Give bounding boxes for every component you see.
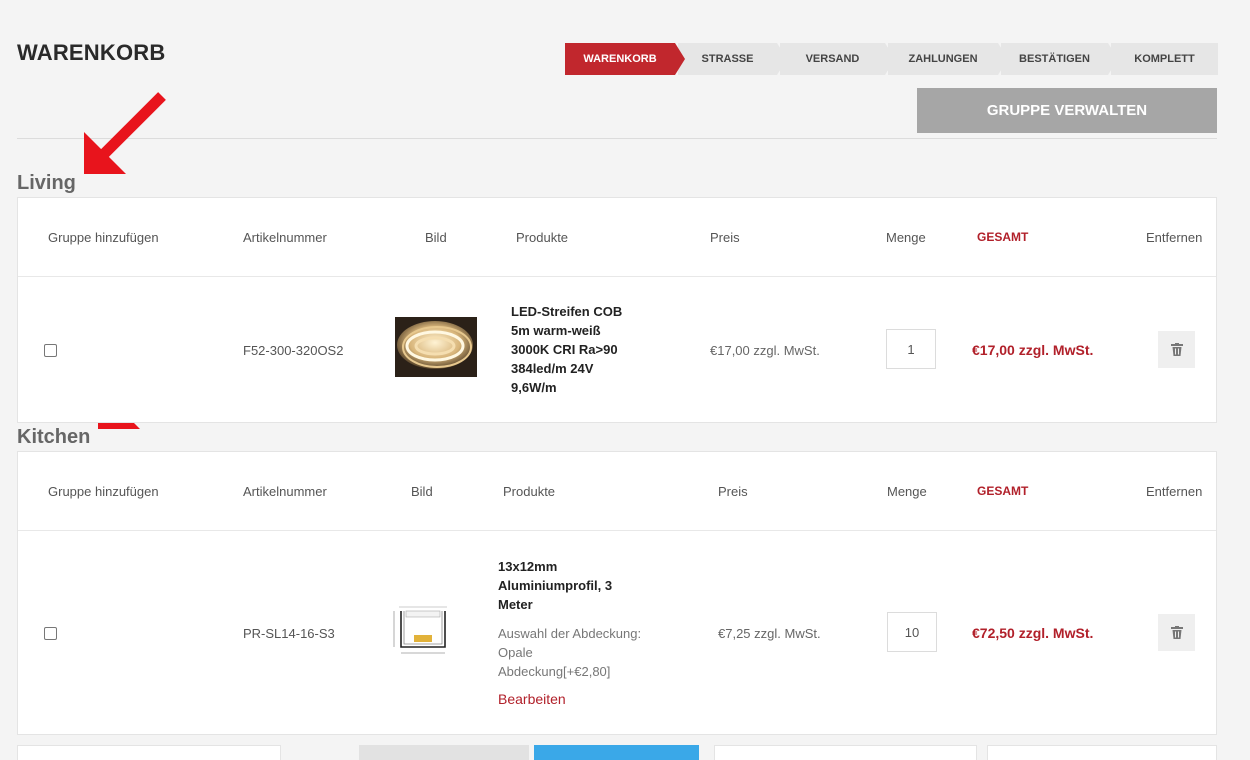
remove-item-button[interactable] bbox=[1158, 331, 1195, 368]
trash-icon bbox=[1170, 626, 1183, 639]
remove-item-button[interactable] bbox=[1158, 614, 1195, 651]
step-bestaetigen[interactable]: BESTÄTIGEN bbox=[1001, 43, 1118, 75]
item-total: €72,50 zzgl. MwSt. bbox=[972, 625, 1094, 641]
group-title-living: Living bbox=[17, 172, 76, 194]
divider bbox=[17, 138, 1217, 139]
col-add-group: Gruppe hinzufügen bbox=[48, 230, 159, 245]
item-price: €17,00 zzgl. MwSt. bbox=[710, 343, 820, 358]
item-sku: F52-300-320OS2 bbox=[243, 343, 344, 358]
add-group-checkbox[interactable] bbox=[44, 627, 57, 640]
item-options: Auswahl der Abdeckung: Opale Abdeckung[+… bbox=[498, 626, 642, 679]
item-total: €17,00 zzgl. MwSt. bbox=[972, 342, 1094, 358]
col-product: Produkte bbox=[503, 484, 556, 499]
footer-button[interactable] bbox=[359, 745, 529, 760]
col-qty: Menge bbox=[886, 230, 926, 245]
manage-group-button[interactable]: GRUPPE VERWALTEN bbox=[917, 88, 1217, 133]
item-price: €7,25 zzgl. MwSt. bbox=[718, 626, 821, 641]
footer-button-primary[interactable] bbox=[534, 745, 699, 760]
col-add-group: Gruppe hinzufügen bbox=[48, 484, 159, 499]
footer-panel bbox=[17, 745, 281, 760]
step-strasse[interactable]: STRASSE bbox=[678, 43, 787, 75]
quantity-input[interactable] bbox=[886, 329, 936, 369]
col-total: GESAMT bbox=[977, 230, 1029, 244]
col-image: Bild bbox=[411, 484, 433, 499]
item-sku: PR-SL14-16-S3 bbox=[243, 626, 335, 641]
col-product: Produkte bbox=[516, 230, 569, 245]
step-zahlungen[interactable]: ZAHLUNGEN bbox=[888, 43, 1008, 75]
edit-link[interactable]: Bearbeiten bbox=[498, 691, 566, 707]
add-group-checkbox[interactable] bbox=[44, 344, 57, 357]
item-name: 13x12mm Aluminiumprofil, 3 Meter bbox=[498, 559, 613, 612]
group-title-kitchen: Kitchen bbox=[17, 426, 91, 448]
col-sku: Artikelnummer bbox=[243, 484, 327, 499]
checkout-steps: WARENKORB STRASSE VERSAND ZAHLUNGEN BEST… bbox=[565, 43, 1221, 75]
col-price: Preis bbox=[718, 484, 748, 499]
page-title: WARENKORB bbox=[17, 40, 166, 65]
step-warenkorb[interactable]: WARENKORB bbox=[565, 43, 685, 75]
item-name: LED-Streifen COB 5m warm-weiß 3000K CRI … bbox=[511, 304, 623, 395]
col-remove: Entfernen bbox=[1146, 484, 1203, 499]
trash-icon bbox=[1170, 343, 1183, 356]
footer-panel bbox=[714, 745, 977, 760]
cart-table-kitchen: Gruppe hinzufügen Artikelnummer Bild Pro… bbox=[17, 451, 1217, 735]
quantity-input[interactable] bbox=[887, 612, 937, 652]
col-remove: Entfernen bbox=[1146, 230, 1203, 245]
col-sku: Artikelnummer bbox=[243, 230, 327, 245]
col-total: GESAMT bbox=[977, 484, 1029, 498]
col-price: Preis bbox=[710, 230, 740, 245]
col-image: Bild bbox=[425, 230, 447, 245]
aluminium-profile-image bbox=[389, 603, 453, 659]
step-komplett[interactable]: KOMPLETT bbox=[1111, 43, 1218, 75]
table-header: Gruppe hinzufügen Artikelnummer Bild Pro… bbox=[18, 452, 1216, 531]
footer-panel bbox=[987, 745, 1217, 760]
led-strip-image bbox=[395, 317, 477, 377]
red-arrow-icon bbox=[84, 92, 166, 174]
step-versand[interactable]: VERSAND bbox=[780, 43, 895, 75]
col-qty: Menge bbox=[887, 484, 927, 499]
table-header: Gruppe hinzufügen Artikelnummer Bild Pro… bbox=[18, 198, 1216, 277]
cart-table-living: Gruppe hinzufügen Artikelnummer Bild Pro… bbox=[17, 197, 1217, 423]
